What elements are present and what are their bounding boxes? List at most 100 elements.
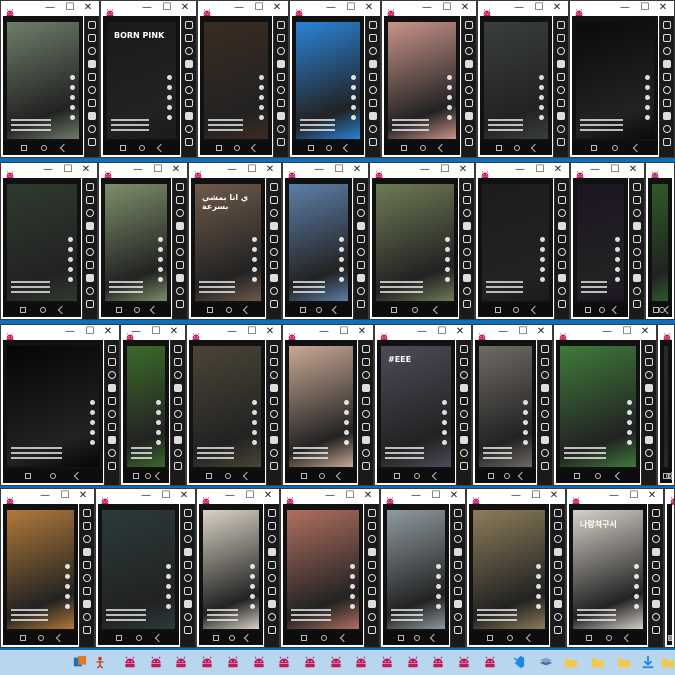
toolbar-tool-icon[interactable] bbox=[83, 548, 91, 556]
toolbar-tool-icon[interactable] bbox=[88, 138, 96, 146]
action-rail[interactable] bbox=[167, 74, 172, 125]
toolbar-tool-icon[interactable] bbox=[541, 462, 549, 470]
phone-display[interactable] bbox=[648, 178, 672, 317]
close-button[interactable]: ✕ bbox=[175, 489, 193, 503]
toolbar-tool-icon[interactable] bbox=[270, 410, 278, 418]
toolbar-tool-icon[interactable] bbox=[463, 274, 471, 282]
phone-display[interactable] bbox=[123, 340, 169, 483]
phone-display[interactable] bbox=[478, 178, 553, 317]
recents-icon[interactable] bbox=[437, 143, 446, 153]
toolbar-tool-icon[interactable] bbox=[270, 248, 278, 256]
video-feed[interactable] bbox=[203, 510, 259, 629]
toolbar-tool-icon[interactable] bbox=[268, 535, 276, 543]
close-button[interactable]: ✕ bbox=[624, 163, 642, 177]
toolbar-tool-icon[interactable] bbox=[270, 209, 278, 217]
window-titlebar[interactable] bbox=[658, 325, 674, 341]
toolbar-tool-icon[interactable] bbox=[645, 436, 653, 444]
toolbar-tool-icon[interactable] bbox=[83, 561, 91, 569]
toolbar-tool-icon[interactable] bbox=[454, 600, 462, 608]
toolbar-tool-icon[interactable] bbox=[270, 397, 278, 405]
toolbar-tool-icon[interactable] bbox=[369, 138, 377, 146]
toolbar-tool-icon[interactable] bbox=[557, 21, 565, 29]
recents-icon[interactable] bbox=[331, 305, 341, 315]
window-titlebar[interactable]: — ☐ ✕ bbox=[290, 1, 380, 17]
emulator-window[interactable]: — ☐ ✕ bbox=[569, 0, 675, 158]
toolbar-tool-icon[interactable] bbox=[270, 462, 278, 470]
home-icon[interactable] bbox=[413, 473, 420, 479]
toolbar-tool-icon[interactable] bbox=[541, 345, 549, 353]
toolbar-tool-icon[interactable] bbox=[176, 222, 184, 230]
toolbar-tool-icon[interactable] bbox=[108, 384, 116, 392]
toolbar-tool-icon[interactable] bbox=[633, 183, 641, 191]
back-icon[interactable] bbox=[215, 145, 222, 151]
home-icon[interactable] bbox=[316, 307, 323, 313]
maximize-button[interactable]: ☐ bbox=[243, 163, 261, 177]
action-rail[interactable] bbox=[442, 400, 447, 450]
toolbar-tool-icon[interactable] bbox=[557, 60, 565, 68]
video-feed[interactable] bbox=[105, 184, 167, 301]
toolbar-tool-icon[interactable] bbox=[185, 47, 193, 55]
recents-icon[interactable] bbox=[73, 471, 83, 481]
toolbar-tool-icon[interactable] bbox=[460, 449, 468, 457]
toolbar-tool-icon[interactable] bbox=[454, 587, 462, 595]
toolbar-tool-icon[interactable] bbox=[86, 274, 94, 282]
toolbar-tool-icon[interactable] bbox=[108, 436, 116, 444]
toolbar-tool-icon[interactable] bbox=[454, 522, 462, 530]
minimize-button[interactable]: — bbox=[137, 489, 155, 503]
android-taskbar-icon[interactable] bbox=[353, 654, 369, 670]
phone-display[interactable] bbox=[199, 504, 263, 645]
maximize-button[interactable]: ☐ bbox=[149, 163, 167, 177]
back-icon[interactable] bbox=[20, 145, 27, 151]
recents-icon[interactable] bbox=[243, 633, 253, 643]
toolbar-tool-icon[interactable] bbox=[645, 449, 653, 457]
toolbar-tool-icon[interactable] bbox=[465, 34, 473, 42]
toolbar-tool-icon[interactable] bbox=[357, 222, 365, 230]
minimize-button[interactable]: — bbox=[416, 163, 434, 177]
toolbar-tool-icon[interactable] bbox=[663, 34, 671, 42]
toolbar-tool-icon[interactable] bbox=[268, 587, 276, 595]
toolbar-tool-icon[interactable] bbox=[460, 345, 468, 353]
close-button[interactable]: ✕ bbox=[348, 163, 366, 177]
toolbar-tool-icon[interactable] bbox=[184, 626, 192, 634]
action-rail[interactable] bbox=[536, 563, 541, 614]
toolbar-tool-icon[interactable] bbox=[83, 574, 91, 582]
back-icon[interactable] bbox=[119, 145, 126, 151]
toolbar-tool-icon[interactable] bbox=[185, 99, 193, 107]
toolbar-tool-icon[interactable] bbox=[108, 371, 116, 379]
video-feed[interactable] bbox=[127, 346, 165, 467]
recents-icon[interactable] bbox=[150, 305, 159, 315]
toolbar-tool-icon[interactable] bbox=[663, 138, 671, 146]
action-rail[interactable] bbox=[615, 236, 620, 287]
toolbar-tool-icon[interactable] bbox=[663, 125, 671, 133]
recents-icon[interactable] bbox=[530, 143, 540, 153]
toolbar-tool-icon[interactable] bbox=[463, 183, 471, 191]
toolbar-tool-icon[interactable] bbox=[185, 73, 193, 81]
toolbar-tool-icon[interactable] bbox=[369, 73, 377, 81]
toolbar-tool-icon[interactable] bbox=[369, 112, 377, 120]
recents-icon[interactable] bbox=[664, 305, 672, 315]
close-button[interactable]: ✕ bbox=[359, 489, 377, 503]
toolbar-tool-icon[interactable] bbox=[184, 561, 192, 569]
back-icon[interactable] bbox=[213, 635, 220, 641]
window-titlebar[interactable]: — ☐ ✕ bbox=[101, 1, 196, 17]
android-taskbar-icon[interactable] bbox=[456, 654, 472, 670]
toolbar-tool-icon[interactable] bbox=[541, 436, 549, 444]
toolbar-tool-icon[interactable] bbox=[184, 587, 192, 595]
window-titlebar[interactable]: — ☐ ✕ bbox=[370, 163, 474, 179]
phone-display[interactable] bbox=[469, 504, 549, 645]
android-taskbar-icon[interactable] bbox=[276, 654, 292, 670]
maximize-button[interactable]: ☐ bbox=[157, 489, 175, 503]
back-icon[interactable] bbox=[19, 635, 26, 641]
home-icon[interactable] bbox=[513, 307, 520, 313]
minimize-button[interactable]: — bbox=[510, 1, 528, 15]
toolbar-tool-icon[interactable] bbox=[460, 358, 468, 366]
toolbar-tool-icon[interactable] bbox=[558, 261, 566, 269]
home-icon[interactable] bbox=[414, 635, 421, 641]
action-rail[interactable] bbox=[70, 74, 75, 125]
toolbar-tool-icon[interactable] bbox=[460, 436, 468, 444]
toolbar-tool-icon[interactable] bbox=[368, 548, 376, 556]
phone-display[interactable] bbox=[98, 504, 179, 645]
phone-display[interactable]: #EEE bbox=[377, 340, 455, 483]
phone-display[interactable] bbox=[383, 504, 449, 645]
toolbar-tool-icon[interactable] bbox=[541, 423, 549, 431]
